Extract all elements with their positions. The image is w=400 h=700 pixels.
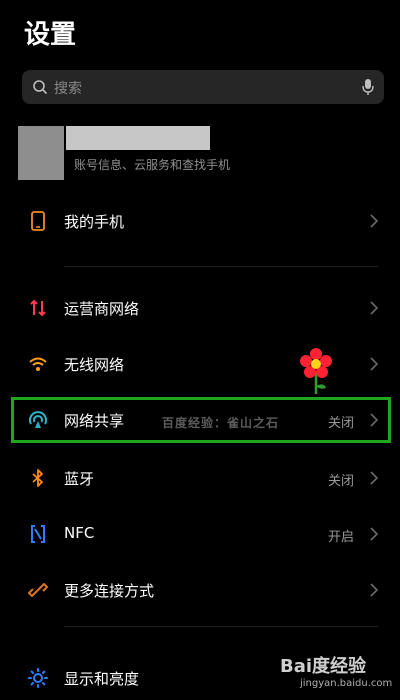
nfc-icon bbox=[31, 525, 45, 543]
link-icon bbox=[28, 583, 48, 597]
chevron-right-icon bbox=[370, 301, 378, 315]
search-placeholder: 搜索 bbox=[54, 81, 82, 97]
account-name-redacted bbox=[66, 126, 210, 150]
baidu-watermark-logo: Bai度经验 bbox=[280, 656, 367, 677]
phone-icon bbox=[31, 211, 45, 231]
settings-item-label: 我的手机 bbox=[64, 213, 125, 231]
account-subtitle: 账号信息、云服务和查找手机 bbox=[74, 158, 231, 172]
chevron-right-icon bbox=[370, 214, 378, 228]
settings-item-label: 显示和亮度 bbox=[64, 670, 140, 688]
settings-item-my-phone[interactable]: 我的手机 bbox=[0, 195, 400, 247]
highlight-box bbox=[11, 397, 391, 443]
chevron-right-icon bbox=[370, 583, 378, 597]
settings-item-nfc[interactable]: NFC 开启 bbox=[0, 508, 400, 560]
divider bbox=[64, 266, 378, 267]
avatar bbox=[18, 126, 64, 180]
search-icon bbox=[33, 80, 47, 94]
settings-item-label: 运营商网络 bbox=[64, 300, 140, 318]
chevron-right-icon bbox=[370, 357, 378, 371]
chevron-right-icon bbox=[370, 471, 378, 485]
search-input[interactable]: 搜索 bbox=[22, 70, 384, 104]
settings-item-status: 开启 bbox=[327, 530, 354, 545]
settings-item-label: 蓝牙 bbox=[64, 470, 95, 488]
settings-item-bluetooth[interactable]: 蓝牙 关闭 bbox=[0, 452, 400, 504]
carrier-signal-icon bbox=[30, 299, 46, 317]
microphone-icon[interactable] bbox=[362, 78, 374, 96]
baidu-watermark-url: jingyan.baidu.com bbox=[300, 678, 393, 689]
settings-item-label: NFC bbox=[64, 524, 95, 542]
account-entry[interactable]: 账号信息、云服务和查找手机 bbox=[0, 118, 400, 188]
page-title: 设置 bbox=[24, 20, 77, 50]
settings-item-label: 无线网络 bbox=[64, 356, 125, 374]
bluetooth-icon bbox=[32, 469, 43, 487]
divider bbox=[64, 626, 378, 627]
settings-item-wifi[interactable]: 无线网络 bbox=[0, 338, 400, 390]
settings-item-status: 关闭 bbox=[327, 474, 354, 489]
settings-item-more-connections[interactable]: 更多连接方式 bbox=[0, 564, 400, 616]
settings-item-carrier[interactable]: 运营商网络 bbox=[0, 282, 400, 334]
chevron-right-icon bbox=[370, 527, 378, 541]
settings-screen: 设置 搜索 账号信息、云服务和查找手机 我的手机 运营商网络 无线网络 网络共享… bbox=[0, 0, 400, 700]
settings-item-label: 更多连接方式 bbox=[64, 582, 155, 600]
wifi-icon bbox=[29, 357, 47, 371]
flower-sticker-icon bbox=[300, 348, 332, 394]
brightness-icon bbox=[28, 668, 48, 688]
